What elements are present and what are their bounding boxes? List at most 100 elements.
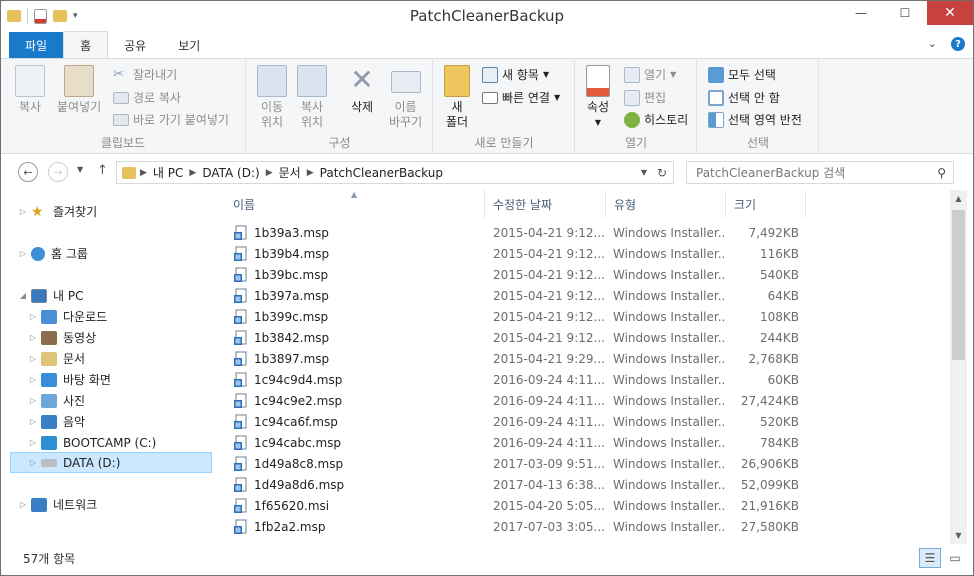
nav-item-downloads[interactable]: ▷ 다운로드 xyxy=(27,306,107,327)
tab-share[interactable]: 공유 xyxy=(108,32,162,58)
breadcrumb-current-folder[interactable]: PatchCleanerBackup xyxy=(314,166,449,180)
file-row[interactable]: 1b39b4.msp 2015-04-21 9:12... Windows Inst… xyxy=(215,244,950,265)
up-button[interactable]: ↑ xyxy=(97,163,108,178)
expand-arrow-icon[interactable]: ▷ xyxy=(27,417,39,426)
file-row[interactable]: 1b39bc.msp 2015-04-21 9:12... Windows Inst… xyxy=(215,265,950,286)
expand-arrow-icon[interactable]: ▷ xyxy=(27,354,39,363)
vertical-scrollbar[interactable]: ▲ ▼ xyxy=(950,190,967,544)
file-row[interactable]: 1fb2a2.msp 2017-07-03 3:05... Windows Inst… xyxy=(215,517,950,538)
new-item-button[interactable]: 새 항목 ▼ xyxy=(482,66,549,83)
nav-item-this-pc[interactable]: ◢ 내 PC xyxy=(17,285,83,306)
nav-item-desktop[interactable]: ▷ 바탕 화면 xyxy=(27,369,111,390)
copy-to-button[interactable]: 복사 위치 xyxy=(297,65,327,130)
column-header-name[interactable]: 이름 xyxy=(215,190,485,218)
file-date: 2016-09-24 4:11... xyxy=(493,394,605,408)
file-row[interactable]: 1b3897.msp 2015-04-21 9:29... Windows Inst… xyxy=(215,349,950,370)
expand-arrow-icon[interactable]: ▷ xyxy=(17,500,29,509)
nav-item-bootcamp-drive[interactable]: ▷ BOOTCAMP (C:) xyxy=(27,432,156,453)
expand-ribbon-icon[interactable]: ⌄ xyxy=(928,37,937,51)
easy-access-button[interactable]: 빠른 연결 ▼ xyxy=(482,89,560,106)
cut-button[interactable]: ✂ 잘라내기 xyxy=(113,66,177,83)
invert-selection-button[interactable]: 선택 영역 반전 xyxy=(708,111,802,128)
select-none-button[interactable]: 선택 안 함 xyxy=(708,89,780,106)
address-bar[interactable]: ▶ 내 PC ▶ DATA (D:) ▶ 문서 ▶ PatchCleanerBa… xyxy=(116,161,674,184)
nav-item-data-drive[interactable]: ▷ DATA (D:) xyxy=(10,452,212,473)
tab-home[interactable]: 홈 xyxy=(63,31,109,58)
forward-button[interactable]: → xyxy=(48,162,68,182)
drive-icon xyxy=(41,458,57,467)
edit-button[interactable]: 편집 xyxy=(624,89,666,106)
file-row[interactable]: 1c94c9e2.msp 2016-09-24 4:11... Windows In… xyxy=(215,391,950,412)
collapse-arrow-icon[interactable]: ◢ xyxy=(17,291,29,300)
copy-button[interactable]: 복사 xyxy=(15,65,45,115)
scrollbar-thumb[interactable] xyxy=(952,210,965,360)
file-row[interactable]: 1c94ca6f.msp 2016-09-24 4:11... Windows In… xyxy=(215,412,950,433)
file-row[interactable]: 1b399c.msp 2015-04-21 9:12... Windows Inst… xyxy=(215,307,950,328)
tab-view[interactable]: 보기 xyxy=(162,32,216,58)
file-row[interactable]: 1c94cabc.msp 2016-09-24 4:11... Windows In… xyxy=(215,433,950,454)
delete-button[interactable]: ✕ 삭제 xyxy=(347,65,377,115)
nav-item-homegroup[interactable]: ▷ 홈 그룹 xyxy=(17,243,88,264)
file-row[interactable]: 1c94c9d4.msp 2016-09-24 4:11... Windows In… xyxy=(215,370,950,391)
new-folder-button[interactable]: 새 폴더 xyxy=(444,65,470,130)
breadcrumb-documents[interactable]: 문서 xyxy=(273,164,307,181)
column-header-size[interactable]: 크기 xyxy=(726,190,806,218)
expand-arrow-icon[interactable]: ▷ xyxy=(17,207,29,216)
breadcrumb-this-pc[interactable]: 내 PC xyxy=(147,164,189,181)
details-view-button[interactable]: ☰ xyxy=(919,548,941,568)
rename-button[interactable]: 이름 바꾸기 xyxy=(389,65,422,130)
nav-item-music[interactable]: ▷ 음악 xyxy=(27,411,85,432)
open-button[interactable]: 열기 ▼ xyxy=(624,66,676,83)
minimize-button[interactable]: — xyxy=(839,1,883,25)
back-button[interactable]: ← xyxy=(18,162,38,182)
address-dropdown-icon[interactable]: ▼ xyxy=(641,168,647,177)
maximize-button[interactable]: ☐ xyxy=(883,1,927,25)
properties-button[interactable]: 속성 ▼ xyxy=(586,65,610,130)
expand-arrow-icon[interactable]: ▷ xyxy=(27,375,39,384)
expand-arrow-icon[interactable]: ▷ xyxy=(27,396,39,405)
file-row[interactable]: 1b39a3.msp 2015-04-21 9:12... Windows Inst… xyxy=(215,223,950,244)
file-row[interactable]: 1d49a8c8.msp 2017-03-09 9:51... Windows In… xyxy=(215,454,950,475)
file-row[interactable]: 1b397a.msp 2015-04-21 9:12... Windows Inst… xyxy=(215,286,950,307)
search-icon[interactable]: ⚲ xyxy=(937,166,946,180)
large-icons-view-button[interactable]: ▭ xyxy=(944,548,966,568)
history-button[interactable]: 히스토리 xyxy=(624,111,688,128)
column-header-date[interactable]: 수정한 날짜 xyxy=(485,190,606,218)
breadcrumb-data-drive[interactable]: DATA (D:) xyxy=(196,166,265,180)
address-row: ← → ▼ ↑ ▶ 내 PC ▶ DATA (D:) ▶ 문서 ▶ PatchC… xyxy=(1,154,973,190)
nav-item-network[interactable]: ▷ 네트워크 xyxy=(17,494,97,515)
file-row[interactable]: 1d49a8d6.msp 2017-04-13 6:38... Windows In… xyxy=(215,475,950,496)
nav-item-pictures[interactable]: ▷ 사진 xyxy=(27,390,85,411)
scroll-down-icon[interactable]: ▼ xyxy=(950,527,967,544)
paste-shortcut-button[interactable]: 바로 가기 붙여넣기 xyxy=(113,111,229,128)
file-size: 108KB xyxy=(759,310,799,324)
select-all-button[interactable]: 모두 선택 xyxy=(708,66,776,83)
file-row[interactable]: 1f65620.msi 2015-04-20 5:05... Windows Ins… xyxy=(215,496,950,517)
installer-file-icon xyxy=(233,393,249,409)
refresh-icon[interactable]: ↻ xyxy=(657,166,667,180)
help-icon[interactable]: ? xyxy=(951,37,965,51)
expand-arrow-icon[interactable]: ▷ xyxy=(17,249,29,258)
copy-path-button[interactable]: 경로 복사 xyxy=(113,89,181,106)
scroll-up-icon[interactable]: ▲ xyxy=(950,190,967,207)
edit-icon xyxy=(624,89,640,106)
search-input[interactable]: PatchCleanerBackup 검색 ⚲ xyxy=(686,161,954,184)
nav-label: 즐겨찾기 xyxy=(53,205,98,219)
recent-locations-icon[interactable]: ▼ xyxy=(77,165,83,174)
nav-item-videos[interactable]: ▷ 동영상 xyxy=(27,327,96,348)
nav-item-documents[interactable]: ▷ 문서 xyxy=(27,348,85,369)
select-group: 모두 선택 선택 안 함 선택 영역 반전 선택 xyxy=(698,59,819,154)
expand-arrow-icon[interactable]: ▷ xyxy=(27,438,39,447)
close-button[interactable]: ✕ xyxy=(927,1,973,25)
nav-item-favorites[interactable]: ▷ ★ 즐겨찾기 xyxy=(17,201,97,222)
new-folder-sublabel: 폴더 xyxy=(445,115,469,129)
move-to-button[interactable]: 이동 위치 xyxy=(257,65,287,130)
tab-file[interactable]: 파일 xyxy=(9,32,64,58)
paste-button[interactable]: 붙여넣기 xyxy=(57,65,101,115)
column-header-type[interactable]: 유형 xyxy=(606,190,726,218)
expand-arrow-icon[interactable]: ▷ xyxy=(27,312,39,321)
expand-arrow-icon[interactable]: ▷ xyxy=(27,458,39,467)
expand-arrow-icon[interactable]: ▷ xyxy=(27,333,39,342)
file-row[interactable]: 1b3842.msp 2015-04-21 9:12... Windows Inst… xyxy=(215,328,950,349)
select-all-label: 모두 선택 xyxy=(728,68,776,82)
